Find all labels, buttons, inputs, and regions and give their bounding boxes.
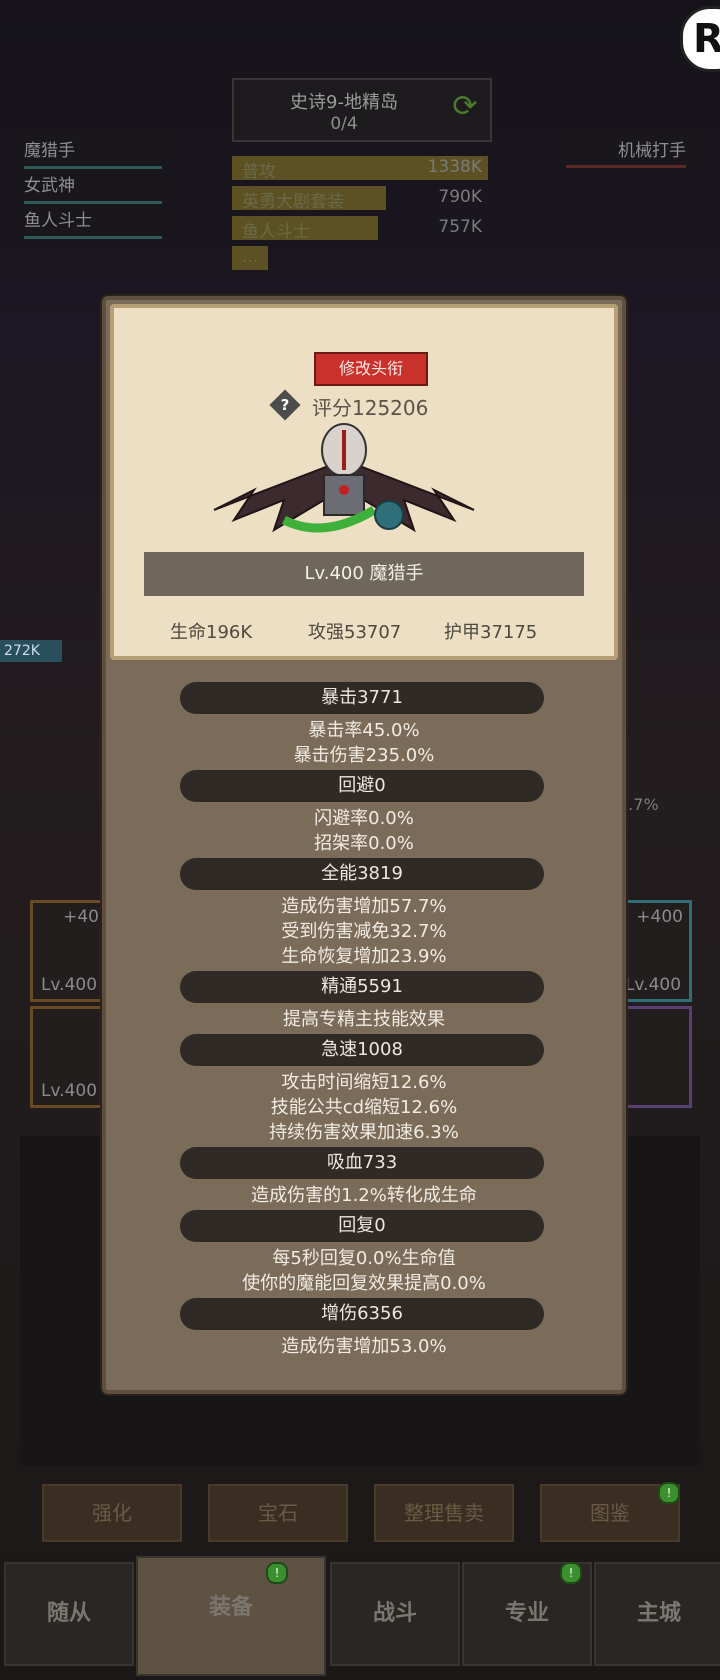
stat-detail: 使你的魔能回复效果提高0.0%: [242, 1273, 486, 1294]
stat-detail: 技能公共cd缩短12.6%: [270, 1097, 458, 1118]
slot-level: Lv.400: [624, 975, 682, 995]
slot-plus: +400: [636, 907, 683, 927]
slot-level: Lv.400: [40, 1081, 98, 1101]
sort-sell-button[interactable]: 整理售卖: [374, 1484, 514, 1542]
stat-detail: 受到伤害减免32.7%: [281, 921, 447, 942]
team-member[interactable]: 女武神: [24, 171, 162, 204]
stat-section-header: 全能3819: [180, 858, 544, 890]
equipment-slot[interactable]: Lv.400: [30, 1006, 108, 1108]
damage-value: 790K: [438, 187, 482, 207]
stat-detail: 造成伤害的1.2%转化成生命: [251, 1185, 477, 1206]
damage-source: 鱼人斗士: [242, 222, 310, 242]
stat-detail: 持续伤害效果加速6.3%: [269, 1122, 459, 1143]
stat-section-header: 吸血733: [180, 1147, 544, 1179]
equipment-slot[interactable]: +40 Lv.400: [30, 900, 108, 1002]
stage-info: 史诗9-地精岛 0/4 ⟳: [232, 78, 492, 142]
stat-detail: 每5秒回复0.0%生命值: [272, 1248, 456, 1269]
tab-followers[interactable]: 随从: [4, 1562, 134, 1666]
damage-row: 普攻 1338K: [232, 156, 488, 182]
stage-progress: 0/4: [330, 114, 358, 134]
stage-title: 史诗9-地精岛: [290, 92, 398, 113]
damage-source: 英勇大剧套装: [242, 192, 344, 212]
stat-detail: 提高专精主技能效果: [283, 1009, 445, 1030]
refresh-icon[interactable]: ⟳: [448, 90, 482, 124]
slot-level: Lv.400: [40, 975, 98, 995]
damage-row: 鱼人斗士 757K: [232, 216, 488, 242]
damage-source: 普攻: [242, 162, 276, 182]
slot-plus: +40: [63, 907, 99, 927]
stat-detail: 闪避率0.0%: [314, 808, 414, 829]
stat-section-header: 精通5591: [180, 971, 544, 1003]
damage-meter: 普攻 1338K 英勇大剧套装 790K 鱼人斗士 757K...: [232, 156, 488, 274]
damage-row: 英勇大剧套装 790K: [232, 186, 488, 212]
notification-badge: !: [266, 1562, 288, 1584]
tab-battle[interactable]: 战斗: [330, 1562, 460, 1666]
stat-detail: 生命恢复增加23.9%: [281, 946, 447, 967]
enemy-name: 机械打手: [566, 136, 686, 168]
stat-section-header: 增伤6356: [180, 1298, 544, 1330]
damage-value: 757K: [438, 217, 482, 237]
stat-section-header: 暴击3771: [180, 682, 544, 714]
tab-main-city[interactable]: 主城: [594, 1562, 720, 1666]
stat-section-header: 回避0: [180, 770, 544, 802]
character-stats-popup: 修改头衔 ? 评分125206 Lv.400 魔猎手 生命196K 攻强5370…: [102, 296, 626, 1394]
notification-badge: !: [560, 1562, 582, 1584]
stat-section-header: 急速1008: [180, 1034, 544, 1066]
team-list: 魔猎手 女武神 鱼人斗士: [14, 130, 169, 242]
damage-value: 1338K: [427, 157, 482, 177]
enhance-button[interactable]: 强化: [42, 1484, 182, 1542]
gem-button[interactable]: 宝石: [208, 1484, 348, 1542]
notification-badge: !: [658, 1482, 680, 1504]
team-member[interactable]: 鱼人斗士: [24, 206, 162, 239]
stat-section-header: 回复0: [180, 1210, 544, 1242]
damage-source: ...: [242, 247, 259, 267]
stat-detail: 招架率0.0%: [314, 833, 414, 854]
app-logo-icon[interactable]: R: [680, 6, 720, 72]
stat-sections: 暴击3771 暴击率45.0% 暴击伤害235.0% 回避0 闪避率0.0% 招架率0.0…: [106, 300, 622, 1390]
stat-detail: 暴击伤害235.0%: [293, 745, 435, 766]
enemy-list: 机械打手: [552, 130, 706, 170]
stat-detail: 暴击率45.0%: [308, 720, 420, 741]
damage-row: ...: [232, 246, 488, 270]
team-member[interactable]: 魔猎手: [24, 136, 162, 169]
stat-detail: 造成伤害增加53.0%: [281, 1336, 447, 1357]
hp-label: 272K: [0, 640, 62, 662]
tab-equipment[interactable]: 装备: [136, 1556, 326, 1676]
stat-detail: 造成伤害增加57.7%: [281, 896, 447, 917]
stat-detail: 攻击时间缩短12.6%: [281, 1072, 447, 1093]
